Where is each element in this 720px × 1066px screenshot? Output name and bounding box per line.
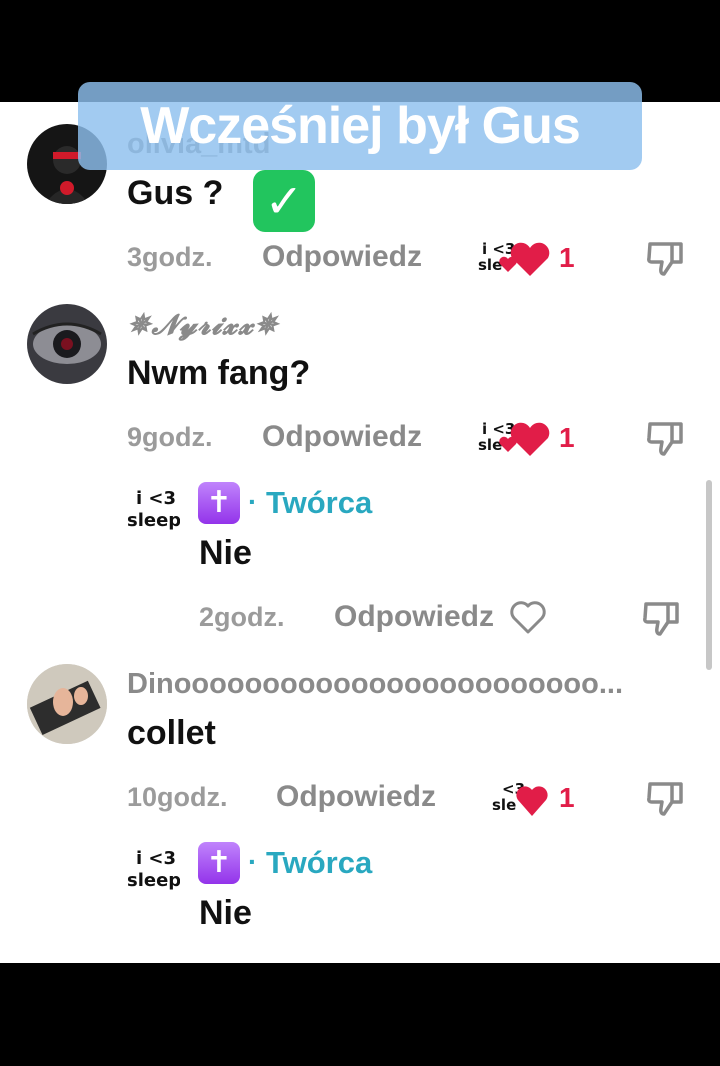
comment-username[interactable]: ✵𝓝𝔂𝓻𝓲𝔁𝔁✵ [127,308,279,342]
dislike-icon[interactable] [646,778,686,818]
creator-avatar[interactable]: i <3 sleep [126,842,180,896]
creator-label: Twórca [266,485,373,520]
cross-emoji-badge: ✝ [198,842,240,884]
reply-button[interactable]: Odpowiedz [276,780,436,814]
comment-text: collet [127,714,216,752]
dislike-icon[interactable] [642,598,682,638]
creator-liked-icon[interactable]: <3 sle [492,776,552,818]
like-count: 1 [559,782,575,813]
svg-text:sle: sle [492,796,516,814]
reply-time: 2godz. [199,602,285,632]
dislike-icon[interactable] [646,418,686,458]
svg-text:sle: sle [478,256,502,274]
comment-text: Gus ? [127,174,224,212]
creator-liked-icon[interactable]: i <3 sle [478,416,552,458]
cross-emoji-badge: ✝ [198,482,240,524]
svg-text:sle: sle [478,436,502,454]
comment-time: 3godz. [127,242,213,272]
reply-button[interactable]: Odpowiedz [262,420,422,454]
like-count: 1 [559,242,575,273]
check-mark-emoji: ✓ [253,170,315,232]
creator-avatar-line1: i <3 [136,848,176,869]
dislike-icon[interactable] [646,238,686,278]
avatar[interactable] [27,664,107,744]
reply-button[interactable]: Odpowiedz [262,240,422,274]
comment-time: 10godz. [127,782,228,812]
creator-avatar-line1: i <3 [136,488,176,509]
reply-text: Nie [199,534,252,572]
comment-username[interactable]: Dinoooooooooooooooooooooooo... [127,668,623,701]
heart-outline-icon[interactable] [508,598,548,636]
avatar[interactable] [27,304,107,384]
creator-liked-icon[interactable]: i <3 sle [478,236,552,278]
like-count: 1 [559,422,575,453]
comment-text: Nwm fang? [127,354,311,392]
creator-avatar-line2: sleep [127,510,180,531]
comment-time: 9godz. [127,422,213,452]
reply-text: Nie [199,894,252,932]
separator-dot: · [248,846,258,877]
creator-label: Twórca [266,845,373,880]
creator-avatar-line2: sleep [127,870,180,891]
comments-panel[interactable]: olivia_mtd Gus ? ✓ 3godz. Odpowiedz i <3… [0,102,720,963]
reply-button[interactable]: Odpowiedz [334,600,494,634]
creator-avatar[interactable]: i <3 sleep [126,482,180,536]
scrollbar[interactable] [706,480,712,670]
separator-dot: · [248,486,258,517]
caption-overlay: Wcześniej był Gus [78,82,642,170]
